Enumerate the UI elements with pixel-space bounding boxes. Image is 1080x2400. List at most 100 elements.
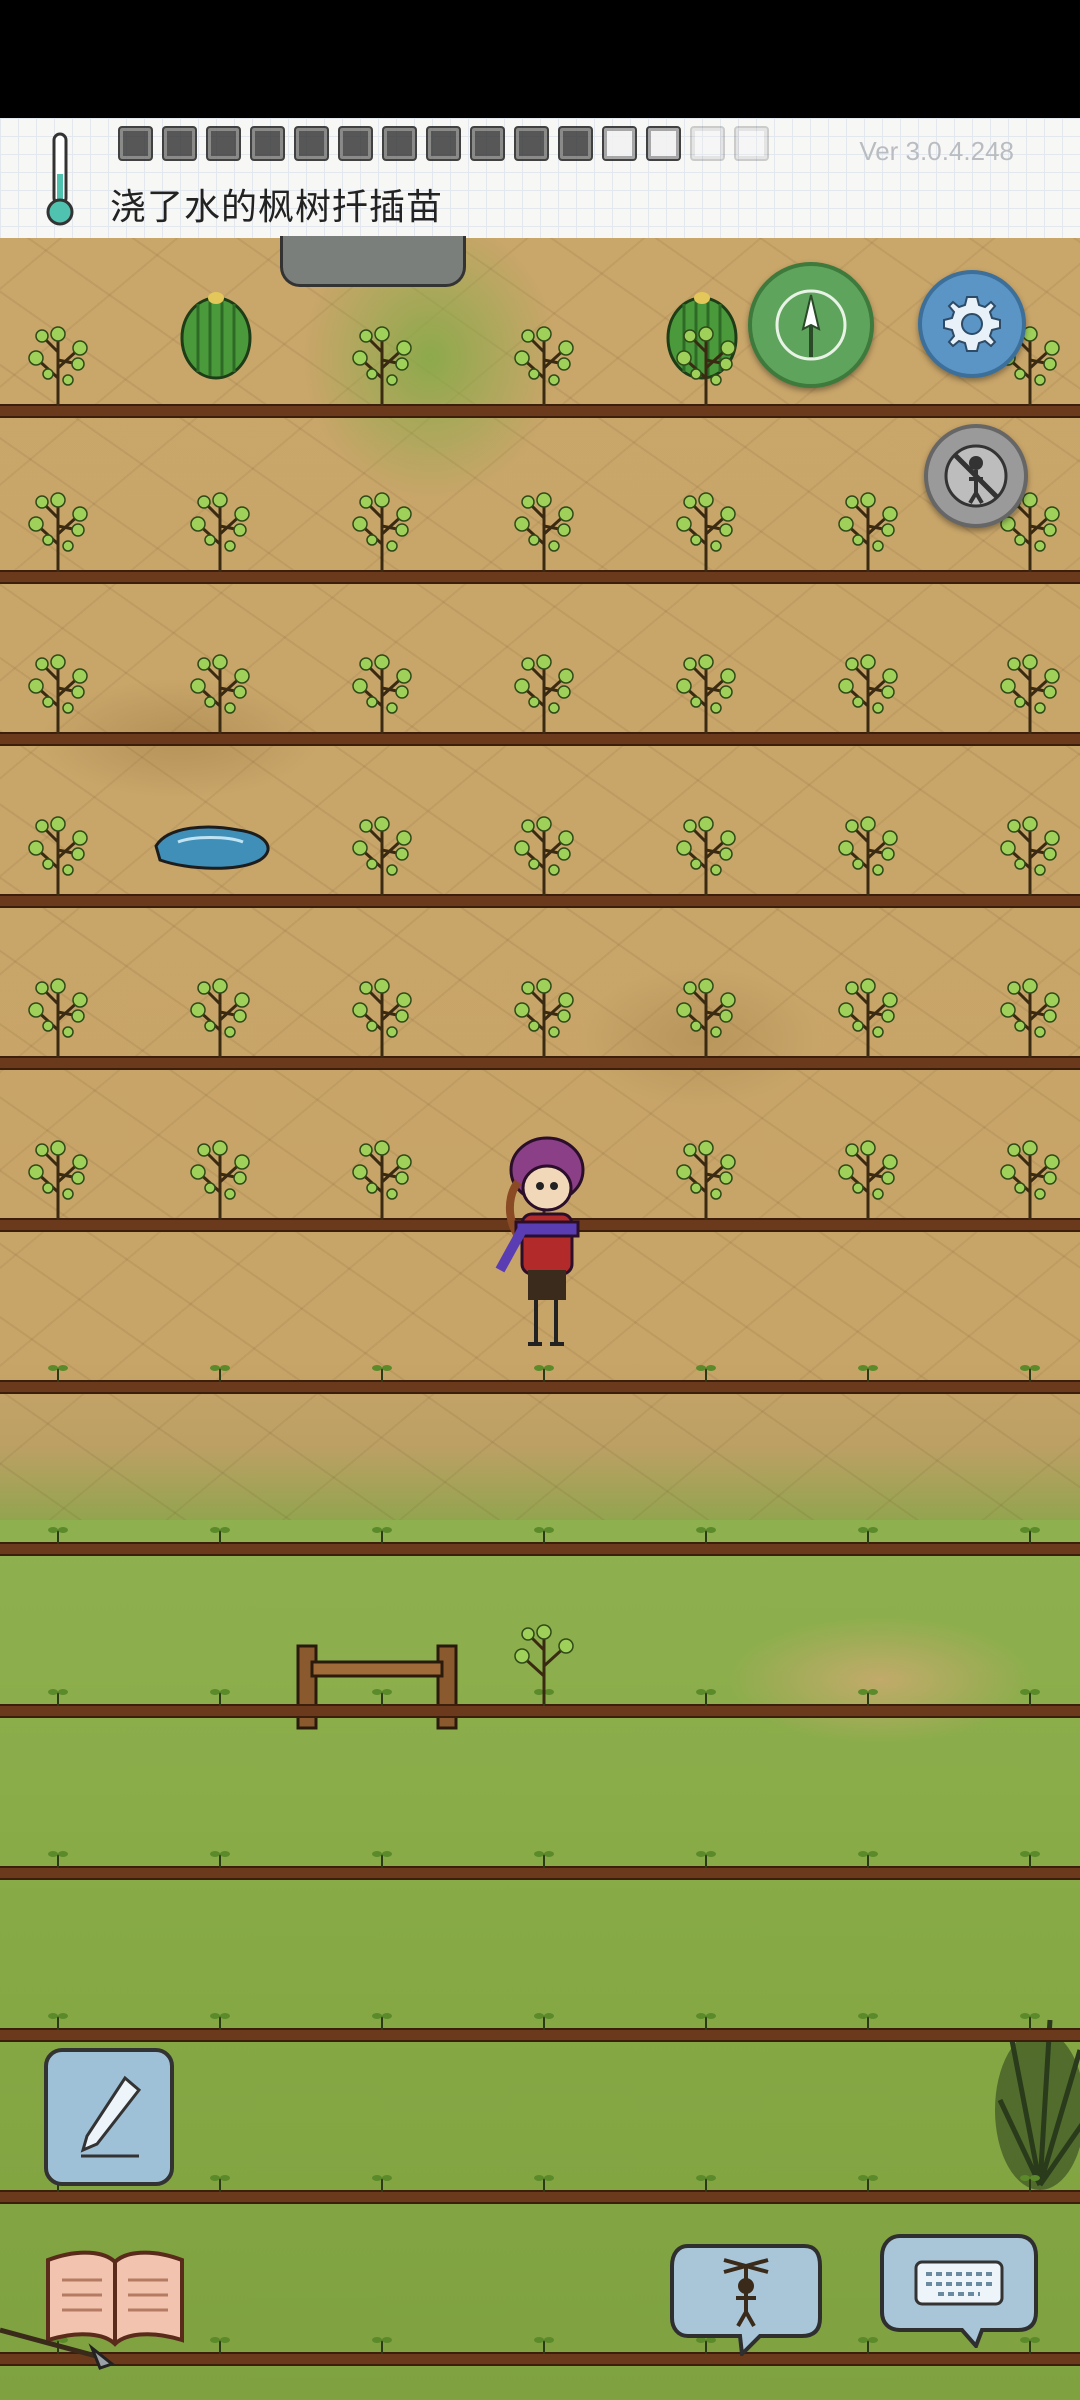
maple-sapling[interactable]: [20, 1132, 96, 1222]
seedling-sprout[interactable]: [370, 2008, 394, 2030]
seedling-sprout[interactable]: [1018, 1522, 1042, 1544]
seedling-sprout[interactable]: [532, 1360, 556, 1382]
seedling-sprout[interactable]: [856, 2008, 880, 2030]
water-puddle[interactable]: [148, 820, 278, 872]
maple-sapling[interactable]: [992, 808, 1068, 898]
maple-sapling[interactable]: [344, 808, 420, 898]
maple-sapling[interactable]: [20, 970, 96, 1060]
seedling-sprout[interactable]: [532, 2008, 556, 2030]
maple-sapling[interactable]: [830, 970, 906, 1060]
seedling-sprout[interactable]: [370, 1684, 394, 1706]
seedling-sprout[interactable]: [1018, 1684, 1042, 1706]
puppet-toggle-button[interactable]: [924, 424, 1028, 528]
inventory-slot[interactable]: [734, 126, 769, 161]
inventory-slot[interactable]: [162, 126, 197, 161]
maple-sapling[interactable]: [182, 646, 258, 736]
maple-sapling[interactable]: [830, 808, 906, 898]
inventory-slot[interactable]: [382, 126, 417, 161]
seedling-sprout[interactable]: [1018, 1846, 1042, 1868]
seedling-sprout[interactable]: [856, 1846, 880, 1868]
seedling-sprout[interactable]: [370, 1846, 394, 1868]
maple-sapling[interactable]: [668, 1132, 744, 1222]
inventory-slot[interactable]: [470, 126, 505, 161]
inventory-slot[interactable]: [426, 126, 461, 161]
seedling-sprout[interactable]: [856, 1522, 880, 1544]
seedling-sprout[interactable]: [694, 2170, 718, 2192]
seedling-sprout[interactable]: [46, 1360, 70, 1382]
maple-sapling[interactable]: [668, 318, 744, 408]
maple-sapling[interactable]: [182, 484, 258, 574]
maple-sapling[interactable]: [506, 318, 582, 408]
seedling-sprout[interactable]: [856, 1360, 880, 1382]
maple-sapling[interactable]: [20, 484, 96, 574]
maple-sapling[interactable]: [344, 484, 420, 574]
maple-sapling[interactable]: [992, 970, 1068, 1060]
maple-sapling[interactable]: [506, 484, 582, 574]
inventory-slot[interactable]: [118, 126, 153, 161]
seedling-sprout[interactable]: [532, 1846, 556, 1868]
maple-sapling[interactable]: [344, 646, 420, 736]
seedling-sprout[interactable]: [694, 1360, 718, 1382]
maple-sapling[interactable]: [992, 1132, 1068, 1222]
maple-sapling[interactable]: [506, 646, 582, 736]
maple-sapling[interactable]: [344, 318, 420, 408]
seedling-sprout[interactable]: [46, 2008, 70, 2030]
maple-sapling[interactable]: [182, 1132, 258, 1222]
maple-sapling[interactable]: [668, 646, 744, 736]
maple-sapling[interactable]: [506, 970, 582, 1060]
seedling-sprout[interactable]: [532, 1522, 556, 1544]
inventory-slot[interactable]: [206, 126, 241, 161]
seedling-sprout[interactable]: [694, 2008, 718, 2030]
player-character[interactable]: [492, 1130, 602, 1350]
inventory-slot[interactable]: [294, 126, 329, 161]
seedling-sprout[interactable]: [694, 1522, 718, 1544]
seedling-sprout[interactable]: [856, 2332, 880, 2354]
maple-sapling[interactable]: [992, 646, 1068, 736]
seedling-sprout[interactable]: [46, 1684, 70, 1706]
maple-sapling[interactable]: [668, 484, 744, 574]
keyboard-button[interactable]: [878, 2228, 1040, 2348]
maple-sapling[interactable]: [506, 1616, 582, 1706]
inventory-slot[interactable]: [646, 126, 681, 161]
seedling-sprout[interactable]: [856, 1684, 880, 1706]
maple-sapling[interactable]: [668, 970, 744, 1060]
seedling-sprout[interactable]: [370, 2170, 394, 2192]
maple-sapling[interactable]: [344, 970, 420, 1060]
seedling-sprout[interactable]: [208, 1360, 232, 1382]
maple-sapling[interactable]: [830, 1132, 906, 1222]
maple-sapling[interactable]: [344, 1132, 420, 1222]
seedling-sprout[interactable]: [370, 1522, 394, 1544]
seedling-sprout[interactable]: [208, 1846, 232, 1868]
maple-sapling[interactable]: [830, 646, 906, 736]
seedling-sprout[interactable]: [46, 1522, 70, 1544]
maple-sapling[interactable]: [20, 808, 96, 898]
seedling-sprout[interactable]: [208, 1684, 232, 1706]
maple-sapling[interactable]: [506, 808, 582, 898]
inventory-slot[interactable]: [558, 126, 593, 161]
seedling-sprout[interactable]: [370, 2332, 394, 2354]
seedling-sprout[interactable]: [208, 2170, 232, 2192]
hoe-tool[interactable]: [0, 2320, 120, 2370]
puppet-chat-button[interactable]: [668, 2236, 824, 2356]
inventory-slot[interactable]: [690, 126, 725, 161]
barrel-cactus[interactable]: [176, 280, 256, 380]
maple-sapling[interactable]: [20, 646, 96, 736]
seedling-sprout[interactable]: [694, 1846, 718, 1868]
settings-button[interactable]: [918, 270, 1026, 378]
maple-sapling[interactable]: [830, 484, 906, 574]
inventory-slot[interactable]: [250, 126, 285, 161]
seedling-sprout[interactable]: [694, 1684, 718, 1706]
inventory-slot[interactable]: [514, 126, 549, 161]
inventory-slot[interactable]: [602, 126, 637, 161]
compass-button[interactable]: [748, 262, 874, 388]
seedling-sprout[interactable]: [208, 1522, 232, 1544]
inventory-slot[interactable]: [338, 126, 373, 161]
seedling-sprout[interactable]: [208, 2332, 232, 2354]
seedling-sprout[interactable]: [1018, 2170, 1042, 2192]
seedling-sprout[interactable]: [46, 1846, 70, 1868]
maple-sapling[interactable]: [668, 808, 744, 898]
seedling-sprout[interactable]: [370, 1360, 394, 1382]
maple-sapling[interactable]: [182, 970, 258, 1060]
journal-button[interactable]: [44, 2048, 174, 2186]
seedling-sprout[interactable]: [208, 2008, 232, 2030]
